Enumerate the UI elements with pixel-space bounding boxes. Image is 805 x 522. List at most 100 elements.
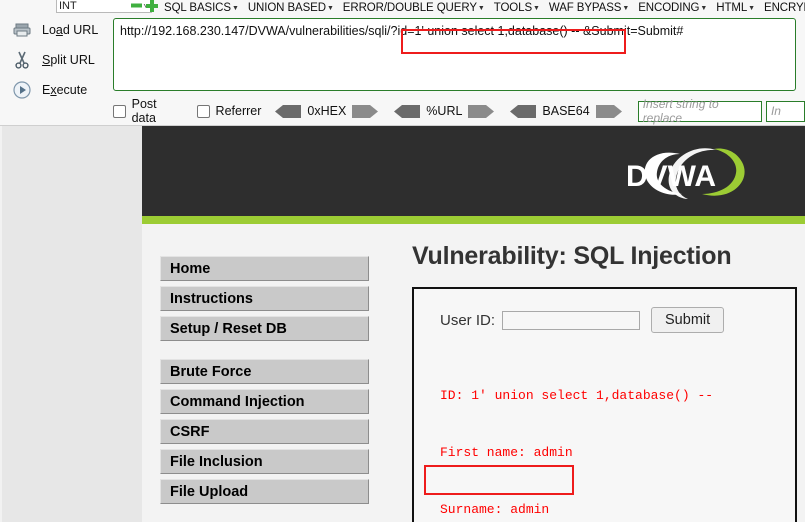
user-id-input[interactable] (502, 310, 641, 330)
menu-label: ENCRYPT (764, 1, 805, 14)
user-id-label: User ID: (440, 311, 496, 329)
result-first-name-line: First name: admin (440, 444, 573, 460)
result-id-line: ID: 1' union select 1,database() -- (440, 387, 714, 403)
sidebar-item-brute-force[interactable]: Brute Force (160, 359, 369, 384)
base64-decode-button[interactable] (510, 104, 537, 118)
split-url-icon (12, 50, 32, 70)
dvwa-green-divider (142, 216, 805, 224)
load-url-button[interactable]: Load URL (0, 15, 110, 45)
menu-encoding[interactable]: ENCODING ▼ (638, 2, 707, 14)
minus-icon (131, 3, 142, 8)
page-left-gutter (0, 126, 143, 522)
referrer-checkbox[interactable]: Referrer (196, 104, 262, 118)
referrer-label: Referrer (215, 104, 262, 118)
hackbar-menubar: INT ˅ SQL BASICS ▼ UNION BASED ▼ ERROR/D… (0, 0, 805, 15)
caret-down-icon: ▼ (477, 5, 485, 12)
url-encoder-group: %URL (394, 104, 495, 118)
sidebar-item-label: Brute Force (170, 363, 252, 380)
menu-html[interactable]: HTML ▼ (716, 2, 755, 14)
execute-icon (12, 80, 32, 100)
caret-down-icon: ▼ (533, 5, 540, 12)
browser-viewport: DVWA Home Instructions Setup / Reset DB (0, 125, 805, 522)
hackbar-actions: Load URL Split URL Execute (0, 15, 110, 107)
sidebar-divider (160, 346, 369, 359)
menu-waf-bypass[interactable]: WAF BYPASS ▼ (549, 2, 629, 14)
menu-encrypt[interactable]: ENCRYPT ▼ (764, 2, 805, 14)
checkbox-box (196, 104, 210, 118)
sidebar-item-label: CSRF (170, 423, 210, 440)
plus-icon (146, 0, 158, 12)
caret-down-icon: ▼ (622, 5, 630, 12)
dvwa-main-content: Vulnerability: SQL Injection User ID: Su… (412, 242, 805, 522)
hackbar-menu-list: SQL BASICS ▼ UNION BASED ▼ ERROR/DOUBLE … (164, 0, 805, 15)
replace-with-input[interactable]: In (765, 100, 805, 122)
dvwa-header: DVWA (142, 126, 805, 216)
replace-string-input[interactable]: Insert string to replace (637, 97, 762, 125)
hex-encoder-group: 0xHEX (275, 104, 379, 118)
remove-tab-button[interactable] (131, 0, 142, 13)
sql-result-row-1: ID: 1' union select 1,database() -- Firs… (440, 349, 795, 522)
caret-down-icon: ▼ (326, 5, 334, 12)
menu-label: SQL BASICS (164, 1, 231, 14)
user-id-form: User ID: Submit (440, 307, 795, 333)
sidebar-item-setup-reset-db[interactable]: Setup / Reset DB (160, 316, 369, 341)
hex-encode-button[interactable] (352, 104, 379, 118)
menu-label: WAF BYPASS (548, 1, 622, 14)
split-url-button[interactable]: Split URL (0, 45, 110, 75)
sidebar-item-home[interactable]: Home (160, 256, 369, 281)
sidebar-item-file-inclusion[interactable]: File Inclusion (160, 449, 369, 474)
result-surname-line: Surname: admin (440, 501, 550, 517)
post-data-checkbox[interactable]: Post data (113, 97, 183, 125)
menu-tools[interactable]: TOOLS ▼ (494, 2, 540, 14)
checkbox-box (113, 104, 126, 118)
hex-decode-button[interactable] (275, 104, 302, 118)
url-decode-button[interactable] (394, 104, 421, 118)
menu-error-double-query[interactable]: ERROR/DOUBLE QUERY ▼ (343, 2, 485, 14)
page-title: Vulnerability: SQL Injection (412, 242, 732, 270)
menu-label: TOOLS (493, 1, 533, 14)
submit-button[interactable]: Submit (651, 307, 725, 333)
menu-sql-basics[interactable]: SQL BASICS ▼ (164, 2, 239, 14)
url-encode-button[interactable] (468, 104, 495, 118)
sidebar-item-label: File Inclusion (170, 453, 263, 470)
int-type-value: INT (59, 0, 77, 12)
sidebar-item-label: Home (170, 260, 211, 277)
menu-label: ENCODING (638, 1, 700, 14)
menu-label: ERROR/DOUBLE QUERY (342, 1, 477, 14)
svg-text:DVWA: DVWA (626, 160, 716, 193)
base64-encode-button[interactable] (595, 104, 622, 118)
sidebar-item-csrf[interactable]: CSRF (160, 419, 369, 444)
caret-down-icon: ▼ (231, 5, 239, 12)
execute-button[interactable]: Execute (0, 75, 110, 105)
split-url-label: Split URL (42, 53, 95, 67)
menu-label: HTML (716, 1, 748, 14)
url-textarea[interactable]: http://192.168.230.147/DVWA/vulnerabilit… (113, 18, 796, 91)
sidebar-item-file-upload[interactable]: File Upload (160, 479, 369, 504)
load-url-icon (12, 20, 32, 40)
sidebar-item-label: Instructions (170, 290, 253, 307)
screenshot-root: INT ˅ SQL BASICS ▼ UNION BASED ▼ ERROR/D… (0, 0, 805, 522)
dvwa-logo: DVWA (620, 146, 750, 201)
hackbar-options-row: Post data Referrer 0xHEX %URL BASE64 Ins… (113, 97, 805, 125)
load-url-label: Load URL (42, 23, 99, 37)
dvwa-sidebar-nav: Home Instructions Setup / Reset DB Brute… (160, 256, 369, 509)
base64-label: BASE64 (542, 104, 590, 118)
dvwa-page: DVWA Home Instructions Setup / Reset DB (142, 126, 805, 522)
caret-down-icon: ▼ (700, 5, 708, 12)
hex-label: 0xHEX (307, 104, 347, 118)
sidebar-item-command-injection[interactable]: Command Injection (160, 389, 369, 414)
sidebar-item-label: File Upload (170, 483, 249, 500)
sidebar-item-label: Command Injection (170, 393, 305, 410)
caret-down-icon: ▼ (748, 5, 755, 12)
sidebar-item-label: Setup / Reset DB (170, 320, 287, 337)
post-data-label: Post data (131, 97, 157, 125)
sidebar-item-instructions[interactable]: Instructions (160, 286, 369, 311)
url-label: %URL (426, 104, 463, 118)
add-tab-button[interactable] (146, 0, 158, 14)
execute-label: Execute (42, 83, 88, 97)
menu-union-based[interactable]: UNION BASED ▼ (248, 2, 334, 14)
hackbar-panel: Load URL Split URL Execute http://192.16… (0, 15, 805, 125)
base64-encoder-group: BASE64 (510, 104, 622, 118)
menu-label: UNION BASED (247, 1, 326, 14)
sql-injection-panel: User ID: Submit ID: 1' union select 1,da… (412, 287, 797, 522)
